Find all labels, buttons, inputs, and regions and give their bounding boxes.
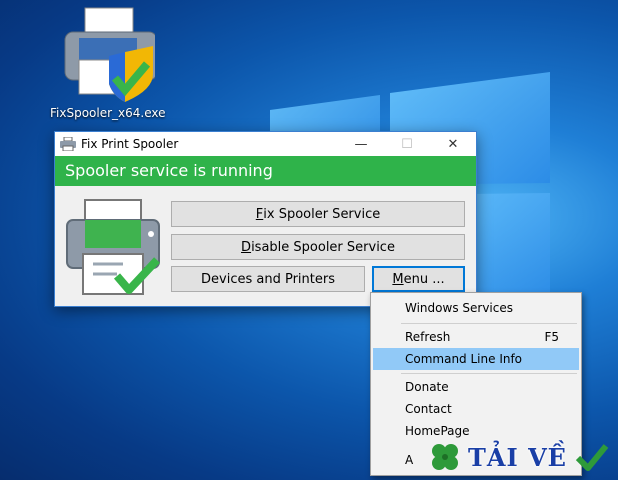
maximize-button[interactable]: ☐	[384, 132, 430, 156]
disable-spooler-button[interactable]: Disable Spooler Service	[171, 234, 465, 260]
fix-print-spooler-window: Fix Print Spooler — ☐ ✕ Spooler service …	[54, 131, 477, 307]
checkmark-icon	[575, 444, 609, 471]
menu-item-contact[interactable]: Contact	[373, 398, 579, 420]
watermark: TẢI VỀ	[428, 440, 609, 474]
clover-icon	[432, 444, 458, 470]
menu-item-homepage[interactable]: HomePage	[373, 420, 579, 442]
window-title: Fix Print Spooler	[81, 137, 179, 151]
close-button[interactable]: ✕	[430, 132, 476, 156]
menu-item-refresh[interactable]: Refresh F5	[373, 326, 579, 348]
status-banner: Spooler service is running	[55, 156, 476, 186]
menu-separator	[401, 373, 577, 374]
desktop-icon-fixspooler[interactable]: FixSpooler_x64.exe	[50, 4, 166, 120]
fix-spooler-button[interactable]: Fix Spooler Service	[171, 201, 465, 227]
desktop-icon-label: FixSpooler_x64.exe	[50, 106, 166, 120]
printer-shield-icon	[64, 7, 155, 102]
title-bar[interactable]: Fix Print Spooler — ☐ ✕	[55, 132, 476, 156]
menu-item-command-line-info[interactable]: Command Line Info	[373, 348, 579, 370]
menu-item-donate[interactable]: Donate	[373, 376, 579, 398]
minimize-button[interactable]: —	[338, 132, 384, 156]
devices-printers-button[interactable]: Devices and Printers	[171, 266, 365, 292]
watermark-text: TẢI VỀ	[468, 442, 567, 472]
menu-separator	[401, 323, 577, 324]
menu-item-windows-services[interactable]: Windows Services	[373, 297, 579, 319]
printer-status-icon	[66, 199, 160, 295]
menu-button[interactable]: Menu ...	[372, 266, 465, 292]
printer-icon	[57, 132, 79, 156]
